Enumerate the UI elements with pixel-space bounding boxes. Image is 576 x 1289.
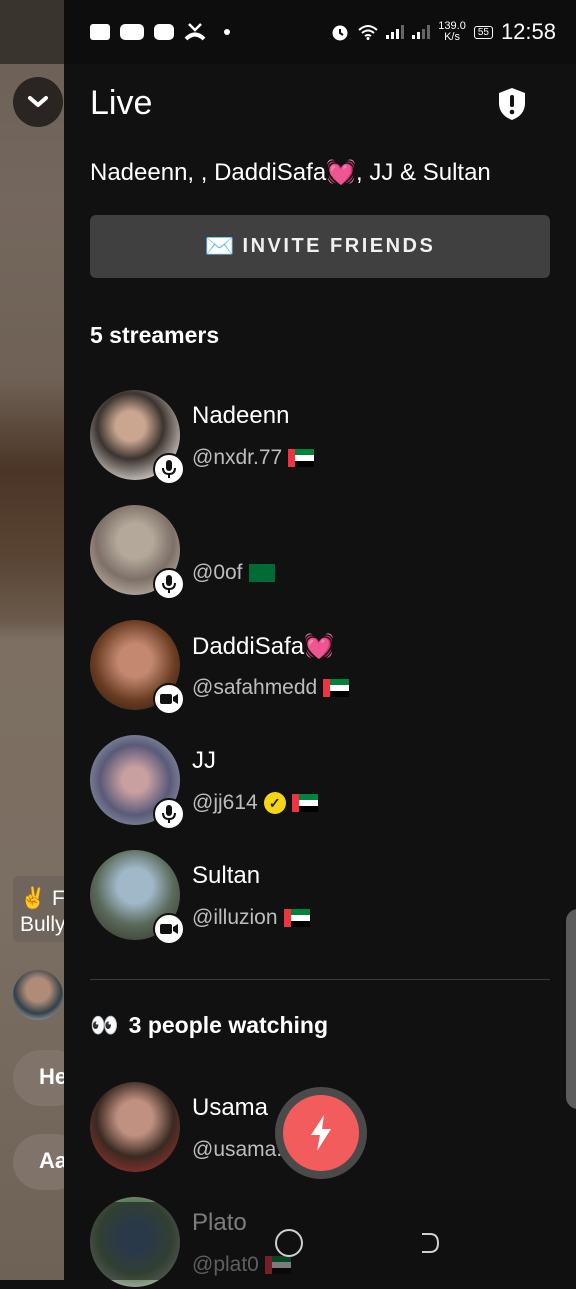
divider (90, 979, 550, 980)
streamers-heading: 5 streamers (90, 322, 220, 348)
scroll-handle[interactable] (566, 909, 576, 1109)
uae-flag-icon (291, 794, 318, 812)
microphone-badge (153, 453, 185, 485)
streamer-row[interactable]: DaddiSafa💓 @safahmedd (90, 620, 550, 715)
home-circle-icon[interactable] (275, 1229, 303, 1257)
gamepad-icon (154, 24, 174, 40)
chevron-down-icon (28, 96, 48, 107)
back-icon[interactable] (418, 1232, 442, 1254)
missed-call-icon (184, 23, 206, 41)
streamer-handle: @jj614 (192, 791, 258, 814)
invite-label: INVITE FRIENDS (242, 235, 436, 257)
video-badge (153, 913, 185, 945)
boost-button[interactable] (275, 1087, 367, 1179)
participants-summary: Nadeenn, , DaddiSafa💓, JJ & Sultan (90, 159, 491, 186)
dot-icon (224, 29, 230, 35)
streamer-handle: @0of (192, 561, 243, 584)
streamer-name: JJ (192, 747, 216, 774)
streamer-name: Sultan (192, 862, 261, 889)
uae-flag-icon (288, 449, 315, 467)
messages-icon (90, 24, 110, 40)
streamer-handle: @illuzion (192, 906, 278, 929)
video-camera-icon (160, 694, 178, 704)
microphone-badge (153, 798, 185, 830)
status-bar: 139.0 K/s 55 12:58 (64, 0, 576, 64)
network-speed: 139.0 K/s (438, 21, 466, 43)
video-badge (153, 683, 185, 715)
eyes-icon: 👀 (90, 1012, 119, 1038)
streamer-row[interactable]: Nadeenn @nxdr.77 (90, 390, 550, 485)
streamer-row[interactable]: @0of (90, 505, 550, 600)
page-title: Live (90, 84, 153, 122)
live-panel: Live Nadeenn, , DaddiSafa💓, JJ & Sultan … (64, 64, 576, 1287)
watchers-heading-text: 3 people watching (128, 1012, 329, 1038)
microphone-badge (153, 568, 185, 600)
uae-flag-icon (323, 679, 350, 697)
chat-text: Bully (20, 913, 66, 936)
invite-friends-button[interactable]: ✉️ INVITE FRIENDS (90, 215, 550, 278)
collapse-button[interactable] (13, 77, 63, 127)
speed-unit: K/s (444, 31, 460, 43)
chat-text: F (52, 887, 65, 910)
streamer-name: DaddiSafa💓 (192, 633, 334, 660)
streamer-name: Nadeenn (192, 402, 290, 429)
video-camera-icon (160, 924, 178, 934)
shield-alert-icon[interactable] (497, 87, 527, 121)
streamer-handle: @safahmedd (192, 676, 318, 699)
streamer-handle: @nxdr.77 (192, 446, 283, 469)
navigation-bar (64, 1202, 576, 1280)
clock: 12:58 (500, 19, 556, 44)
background-chat-avatar (13, 970, 63, 1020)
microphone-icon (162, 805, 176, 823)
watcher-name: Usama (192, 1094, 269, 1121)
microphone-icon (162, 460, 176, 478)
youtube-icon (120, 24, 144, 40)
verified-badge-icon: ✓ (263, 792, 286, 814)
wifi-icon (358, 25, 378, 40)
saudi-flag-icon (248, 564, 275, 582)
battery-indicator: 55 (473, 25, 493, 39)
avatar (90, 1082, 180, 1172)
envelope-icon: ✉️ (204, 233, 235, 260)
streamer-row[interactable]: Sultan @illuzion (90, 850, 550, 945)
alarm-icon (332, 25, 348, 41)
lightning-icon (311, 1115, 331, 1151)
watchers-heading: 👀 3 people watching (90, 1012, 328, 1039)
peace-emoji: ✌️ (20, 887, 47, 910)
uae-flag-icon (283, 909, 310, 927)
streamer-row[interactable]: JJ @jj614 ✓ (90, 735, 550, 830)
signal-icon (412, 25, 431, 39)
microphone-icon (162, 575, 176, 593)
signal-icon (386, 25, 405, 39)
